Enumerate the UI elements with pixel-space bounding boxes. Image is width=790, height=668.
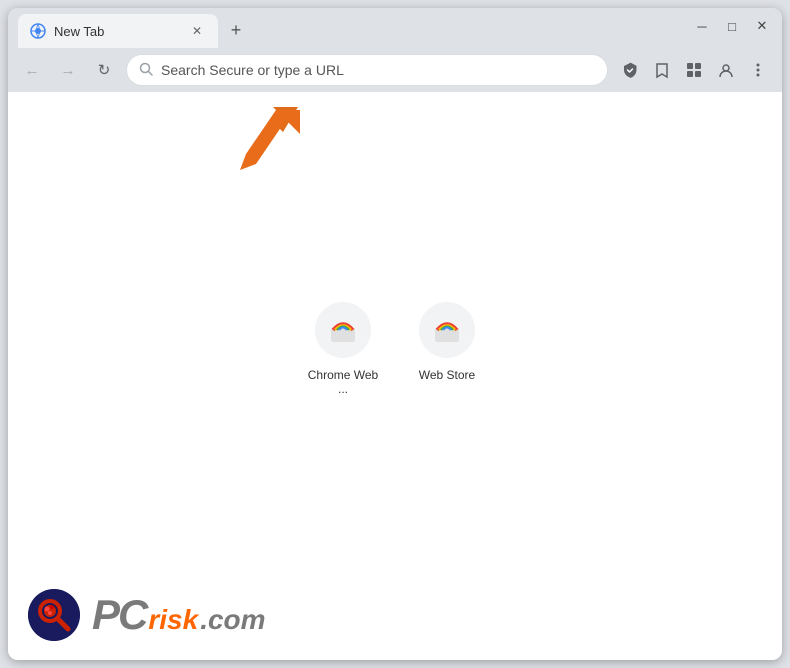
reload-button[interactable]: ↻: [90, 56, 118, 84]
tab-bar: New Tab ✕ +: [18, 14, 250, 48]
pcrisk-text: PC risk .com: [92, 594, 266, 636]
forward-button[interactable]: →: [54, 56, 82, 84]
risk-text: risk: [148, 606, 198, 634]
shortcut-chrome-web[interactable]: Chrome Web ...: [303, 302, 383, 396]
shortcut-label-2: Web Store: [419, 368, 475, 382]
browser-window: New Tab ✕ + ─ □ ✕ ← → ↻ Search Secure or…: [8, 8, 782, 660]
shortcut-icon-1: [315, 302, 371, 358]
tab-favicon: [30, 23, 46, 39]
main-content: Chrome Web ... Web Store: [8, 92, 782, 660]
bookmark-icon[interactable]: [648, 56, 676, 84]
title-bar: New Tab ✕ + ─ □ ✕: [8, 8, 782, 48]
profile-icon[interactable]: [712, 56, 740, 84]
pc-text: PC: [92, 594, 146, 636]
download-shield-icon[interactable]: [616, 56, 644, 84]
search-icon: [139, 62, 153, 79]
shortcuts-area: Chrome Web ... Web Store: [303, 302, 487, 396]
minimize-button[interactable]: ─: [694, 18, 710, 34]
shortcut-web-store[interactable]: Web Store: [407, 302, 487, 396]
pcrisk-watermark: PC risk .com: [8, 570, 782, 660]
shortcut-label-1: Chrome Web ...: [303, 368, 383, 396]
tab-close-button[interactable]: ✕: [188, 22, 206, 40]
address-bar[interactable]: Search Secure or type a URL: [126, 54, 608, 86]
menu-icon[interactable]: [744, 56, 772, 84]
active-tab[interactable]: New Tab ✕: [18, 14, 218, 48]
orange-arrow-annotation: [228, 102, 308, 182]
maximize-button[interactable]: □: [724, 18, 740, 34]
window-controls: ─ □ ✕: [694, 18, 770, 34]
extension-icon[interactable]: [680, 56, 708, 84]
address-text: Search Secure or type a URL: [161, 62, 595, 78]
toolbar: ← → ↻ Search Secure or type a URL: [8, 48, 782, 92]
shortcut-icon-2: [419, 302, 475, 358]
back-button[interactable]: ←: [18, 56, 46, 84]
pcrisk-logo-ball: [28, 589, 80, 641]
dotcom-text: .com: [200, 604, 265, 636]
new-tab-button[interactable]: +: [222, 16, 250, 44]
close-button[interactable]: ✕: [754, 18, 770, 34]
toolbar-icons: [616, 56, 772, 84]
tab-title: New Tab: [54, 24, 180, 39]
